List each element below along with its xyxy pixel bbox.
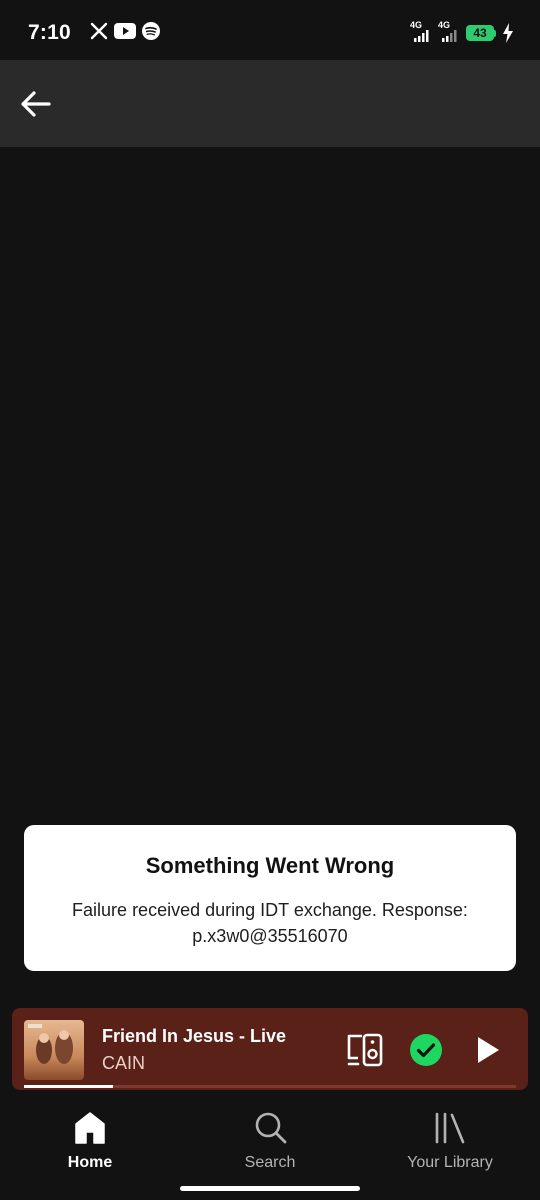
signal-icon: 4G xyxy=(438,20,460,44)
playback-progress-fill xyxy=(24,1085,113,1088)
speaker-device-icon xyxy=(347,1033,383,1067)
system-status: 4G 4G 43 xyxy=(410,20,514,44)
home-icon xyxy=(75,1112,105,1144)
signal-icon: 4G xyxy=(410,20,432,44)
nav-search-label: Search xyxy=(244,1154,296,1171)
track-title[interactable]: Friend In Jesus - Live xyxy=(102,1026,286,1047)
search-icon xyxy=(255,1112,287,1144)
play-icon xyxy=(478,1037,499,1063)
saved-button[interactable] xyxy=(409,1033,443,1067)
bottom-nav: Home Search Your Library xyxy=(0,1100,540,1200)
track-artist[interactable]: CAIN xyxy=(102,1053,145,1074)
library-icon xyxy=(435,1112,465,1144)
battery-icon: 43 xyxy=(466,25,496,41)
charging-icon xyxy=(503,23,513,43)
status-bar: 7:10 4G 4G 43 xyxy=(0,0,540,60)
battery-level: 43 xyxy=(466,25,494,41)
connect-device-button[interactable] xyxy=(346,1032,386,1068)
arrow-left-icon xyxy=(21,91,51,117)
nav-library[interactable]: Your Library xyxy=(360,1100,540,1200)
nav-home[interactable]: Home xyxy=(0,1100,180,1200)
error-dialog: Something Went Wrong Failure received du… xyxy=(24,825,516,971)
notification-icons xyxy=(90,22,160,40)
check-circle-icon xyxy=(410,1034,442,1066)
nav-search[interactable]: Search xyxy=(180,1100,360,1200)
home-indicator[interactable] xyxy=(180,1186,360,1191)
nav-library-label: Your Library xyxy=(407,1154,493,1171)
album-art xyxy=(24,1020,84,1080)
spotify-icon xyxy=(142,22,160,40)
app-bar xyxy=(0,60,540,147)
now-playing-bar[interactable]: Friend In Jesus - Live CAIN xyxy=(12,1008,528,1090)
x-icon xyxy=(90,22,108,40)
play-button[interactable] xyxy=(472,1034,504,1066)
back-button[interactable] xyxy=(14,82,58,126)
dialog-message: Failure received during IDT exchange. Re… xyxy=(72,900,468,946)
playback-progress xyxy=(24,1085,516,1088)
status-time: 7:10 xyxy=(28,21,71,44)
dialog-title: Something Went Wrong xyxy=(145,853,395,878)
youtube-icon xyxy=(114,23,136,39)
nav-home-label: Home xyxy=(67,1154,113,1171)
